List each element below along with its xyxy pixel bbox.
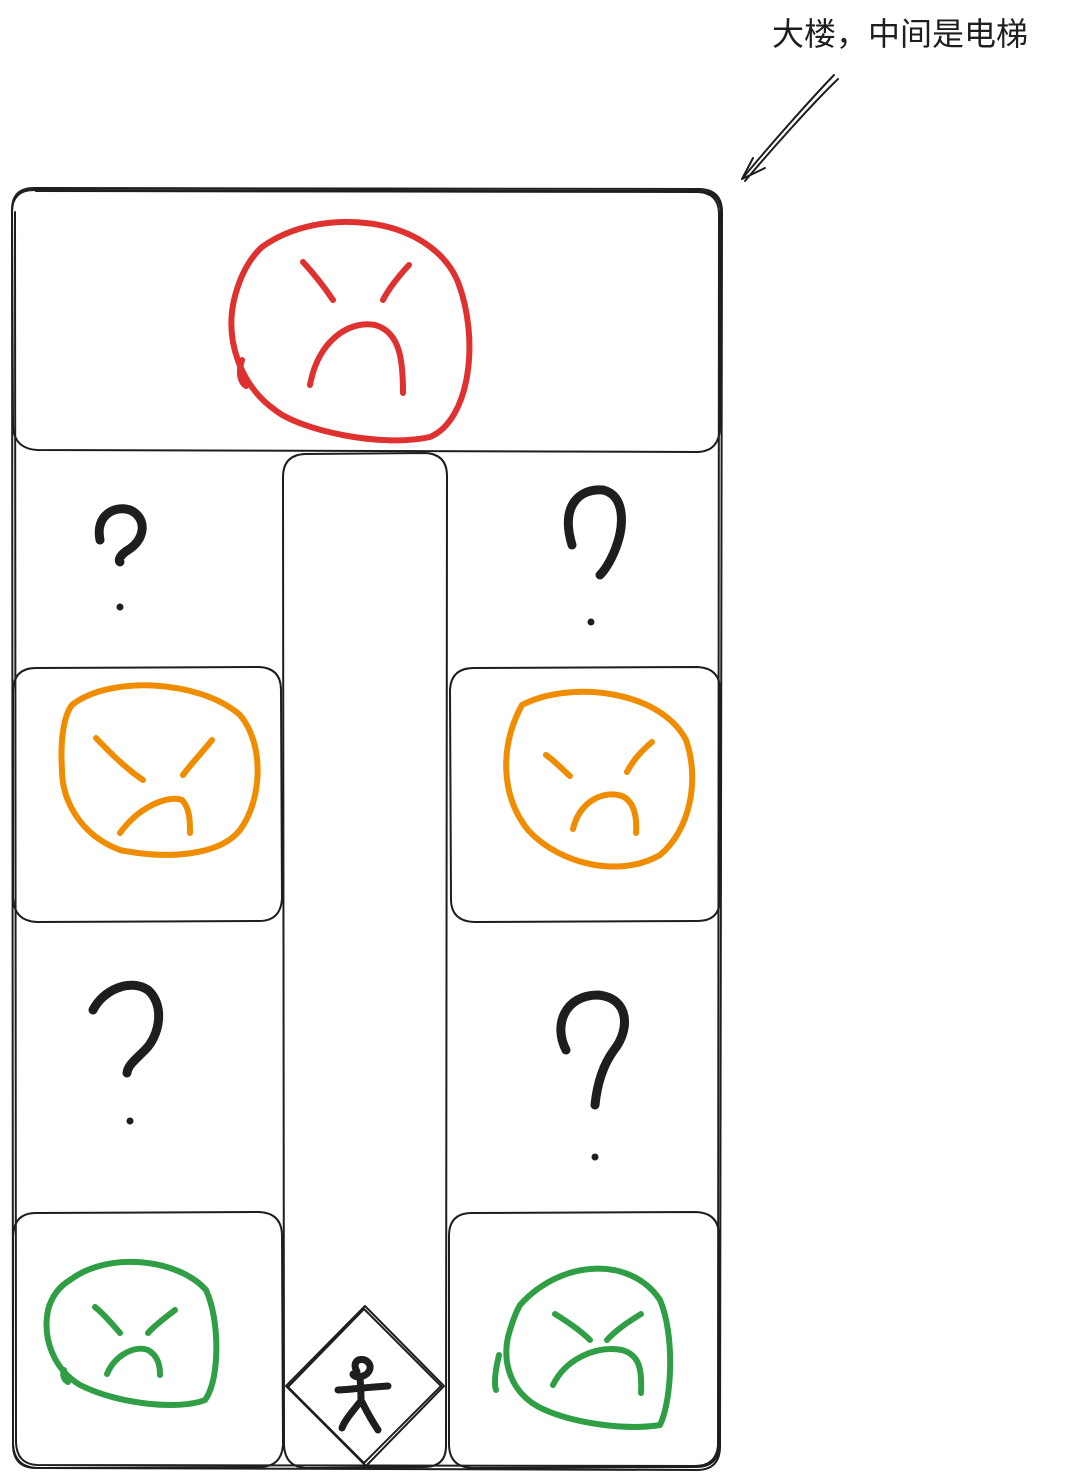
angry-face-icon [492, 1265, 674, 1430]
angry-face-icon [503, 688, 696, 870]
person-icon [334, 1356, 392, 1434]
angry-face-icon [228, 218, 473, 444]
question-mark-icon [94, 504, 147, 611]
elevator-shaft [282, 452, 448, 1469]
question-mark-icon [88, 980, 164, 1125]
question-mark-icon [563, 485, 626, 626]
building-diagram: 大楼，中间是电梯 [11, 15, 1028, 1471]
right-middle-room [449, 666, 721, 923]
right-bottom-room [448, 1211, 720, 1469]
angry-face-icon [43, 1258, 220, 1408]
question-mark-icon [556, 990, 629, 1161]
building-annotation-label: 大楼，中间是电梯 [772, 15, 1028, 53]
building-outline [11, 187, 723, 1471]
left-middle-room [12, 666, 283, 923]
angry-face-icon [58, 682, 261, 858]
top-floor-room [11, 189, 722, 453]
annotation-arrow [741, 74, 839, 182]
left-bottom-room [12, 1211, 284, 1469]
